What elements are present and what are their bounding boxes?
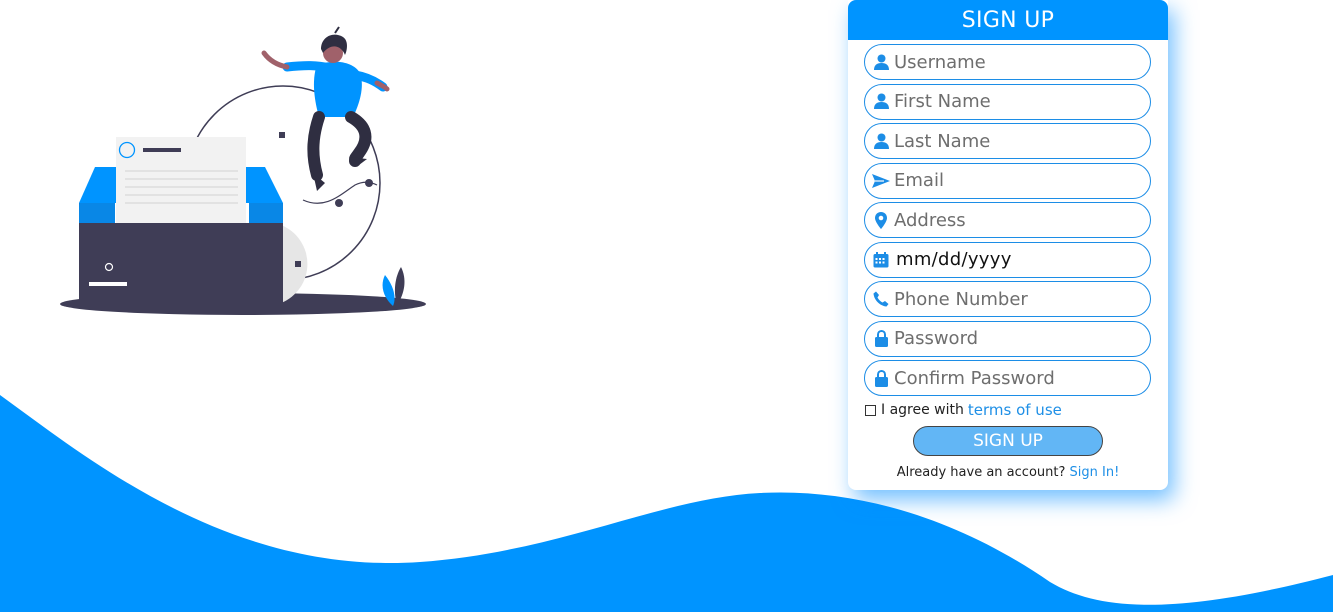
username-input[interactable] bbox=[894, 51, 1134, 73]
phone-input[interactable] bbox=[894, 288, 1134, 310]
email-input[interactable] bbox=[894, 170, 1134, 191]
address-field[interactable] bbox=[864, 202, 1151, 238]
signin-link[interactable]: Sign In! bbox=[1070, 465, 1120, 480]
date-of-birth-input[interactable]: mm/dd/yyyy bbox=[896, 249, 1012, 270]
terms-link[interactable]: terms of use bbox=[968, 401, 1062, 419]
confirm-password-input[interactable] bbox=[894, 367, 1134, 389]
first-name-field[interactable] bbox=[864, 83, 1151, 120]
password-field[interactable] bbox=[864, 320, 1151, 357]
confirm-password-field[interactable] bbox=[864, 360, 1151, 396]
account-text: Already have an account? bbox=[896, 465, 1066, 480]
calendar-icon bbox=[872, 250, 890, 270]
last-name-field[interactable] bbox=[864, 123, 1151, 159]
password-input[interactable] bbox=[894, 328, 1134, 349]
user-icon bbox=[872, 92, 890, 112]
signin-prompt: Already have an account? Sign In! bbox=[848, 465, 1168, 480]
user-icon bbox=[872, 52, 890, 72]
signup-title: SIGN UP bbox=[848, 0, 1168, 40]
agree-label: I agree with bbox=[881, 402, 964, 418]
phone-field[interactable] bbox=[864, 281, 1151, 317]
user-icon bbox=[872, 131, 890, 151]
email-field[interactable] bbox=[864, 162, 1151, 199]
signup-card: SIGN UP Username First Name Last Name Em… bbox=[848, 0, 1168, 490]
map-pin-icon bbox=[872, 210, 890, 230]
mail-illustration bbox=[60, 26, 426, 315]
date-of-birth-field[interactable]: mm/dd/yyyy bbox=[864, 241, 1151, 278]
signup-page: SIGN UP Username First Name Last Name Em… bbox=[0, 0, 1333, 612]
paper-plane-icon bbox=[872, 171, 890, 191]
username-field[interactable] bbox=[864, 44, 1151, 80]
first-name-input[interactable] bbox=[894, 91, 1134, 112]
last-name-input[interactable] bbox=[894, 130, 1134, 152]
terms-checkbox[interactable] bbox=[865, 404, 876, 416]
phone-icon bbox=[872, 289, 890, 309]
address-input[interactable] bbox=[894, 209, 1134, 231]
terms-agreement: I agree with terms of use bbox=[865, 401, 1062, 419]
signup-fields: mm/dd/yyyy bbox=[864, 44, 1151, 400]
signup-button[interactable]: SIGN UP bbox=[913, 426, 1103, 456]
lock-icon bbox=[872, 368, 890, 388]
lock-icon bbox=[872, 329, 890, 349]
